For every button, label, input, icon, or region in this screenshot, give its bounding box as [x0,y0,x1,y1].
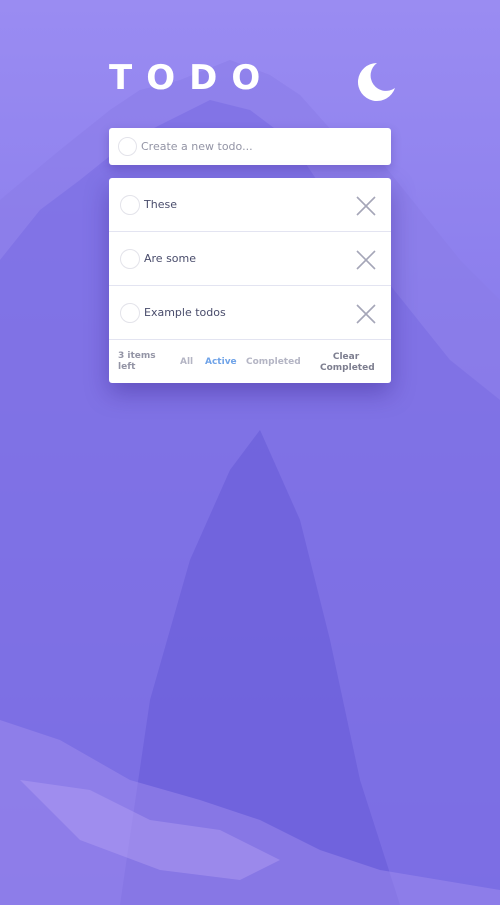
clear-completed-line: Clear [332,352,360,362]
delete-todo-button[interactable] [355,249,377,271]
todo-text: Are some [144,252,197,265]
items-left-line: 3 items [118,351,156,361]
theme-toggle-button[interactable] [355,60,397,104]
moon-icon [357,62,395,101]
filter-all[interactable]: All [180,357,193,368]
close-icon [356,250,376,270]
clear-completed-button[interactable]: Clear Completed [320,352,375,374]
new-todo-check-circle[interactable] [118,137,137,156]
filter-active[interactable]: Active [205,357,237,368]
todo-text: Example todos [144,306,226,319]
todo-item[interactable]: Example todos [109,286,391,340]
items-left-count: 3 items left [118,351,168,373]
close-icon [356,196,376,216]
delete-todo-button[interactable] [355,303,377,325]
todo-item[interactable]: Are some [109,232,391,286]
header: TODO [109,58,395,102]
clear-completed-line: Completed [320,363,375,373]
todo-text: These [144,198,177,211]
items-left-line: left [118,362,136,372]
app-title: TODO [109,58,275,98]
todo-app: TODO These Are some [109,58,395,383]
todo-list: These Are some Example todos 3 items lef… [109,178,391,383]
delete-todo-button[interactable] [355,195,377,217]
new-todo-input[interactable] [141,136,381,156]
new-todo-bar [109,128,391,165]
todo-item[interactable]: These [109,178,391,232]
close-icon [356,304,376,324]
list-footer: 3 items left All Active Completed Clear … [109,340,391,383]
todo-check-circle[interactable] [120,249,140,269]
todo-check-circle[interactable] [120,195,140,215]
todo-check-circle[interactable] [120,303,140,323]
filter-completed[interactable]: Completed [246,357,301,368]
